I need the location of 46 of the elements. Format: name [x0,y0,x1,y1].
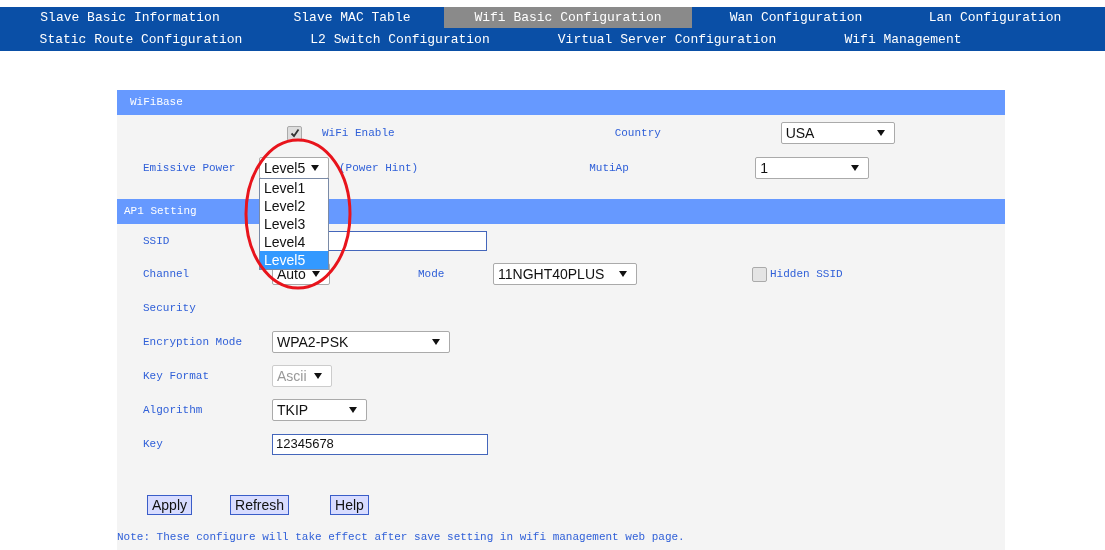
caret-icon [876,130,885,136]
field-label: Channel [142,268,191,280]
action-button[interactable]: Help [330,495,369,515]
field-label: Key [142,438,164,450]
algorithm-select[interactable]: TKIP [272,399,367,421]
country-select[interactable]: USA [780,122,895,144]
caret-icon [314,373,322,379]
nav-tab[interactable]: Wifi Management [816,30,990,51]
nav-tab[interactable]: Virtual Server Configuration [518,30,816,51]
dropdown-option[interactable]: Level4 [260,233,328,251]
nav-tab[interactable]: L2 Switch Configuration [282,30,518,51]
caret-icon [311,165,319,171]
field-label: Encryption Mode [142,336,244,348]
action-button[interactable]: Refresh [230,495,290,515]
dropdown-option[interactable]: Level3 [260,215,328,233]
field-label: MutiAp [589,162,630,174]
field-label: SSID [142,234,171,247]
nav-tab[interactable]: Slave Basic Information [0,7,260,28]
field-label: Algorithm [142,404,204,416]
field-label: Emissive Power [142,162,237,174]
field-label: Key Format [142,370,210,382]
dropdown-option[interactable]: Level1 [260,179,328,197]
nav-tab[interactable]: Slave MAC Table [260,7,444,28]
nav-tab[interactable]: Static Route Configuration [0,30,282,51]
section-header: WiFiBase [117,90,1005,115]
nav-tab[interactable]: Lan Configuration [900,7,1090,28]
note-text: Note: These configure will take effect after save setting in wifi management web page. [117,531,685,543]
checkbox-label: Hidden SSID [770,268,843,280]
section-label: Security [142,302,197,314]
power-select[interactable]: Level5 [259,157,329,179]
field-label: Mode [418,268,446,280]
caret-icon [349,407,357,413]
key-field[interactable]: 12345678 [272,433,488,455]
caret-icon [432,339,440,345]
multi-ap-select[interactable]: 1 [755,157,870,179]
encryption-select[interactable]: WPA2-PSK [272,331,450,353]
checkbox-label: WiFi Enable [322,127,395,139]
hint-text: (Power Hint) [339,162,419,174]
caret-icon [619,271,627,277]
mode-select[interactable]: 11NGHT40PLUS [493,263,637,285]
action-button[interactable]: Apply [147,495,193,515]
nav-tab[interactable]: Wan Configuration [692,7,900,28]
dropdown-option[interactable]: Level2 [260,197,328,215]
checkbox[interactable] [752,266,767,282]
field-label: Country [614,127,662,139]
caret-icon [851,165,860,171]
